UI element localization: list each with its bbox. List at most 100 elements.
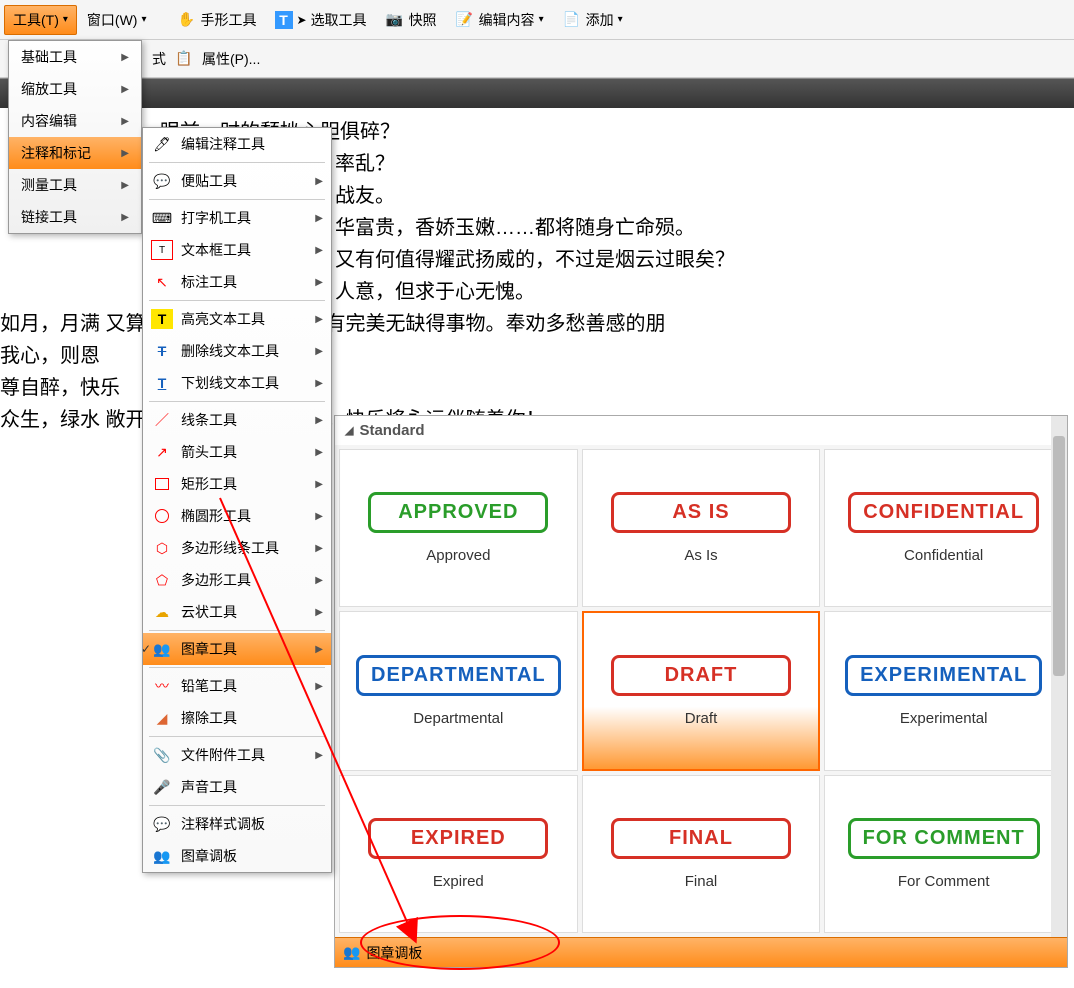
sub-callout[interactable]: ↖标注工具▶ (143, 266, 331, 298)
menu-label: 链接工具 (21, 207, 77, 227)
menu-zoom-tools[interactable]: 缩放工具▶ (9, 73, 141, 105)
arrow-icon: ▶ (121, 116, 129, 127)
arrow-icon: ▶ (315, 314, 323, 325)
ellipse-icon (151, 506, 173, 526)
stamp-item-final[interactable]: FINALFinal (582, 775, 821, 933)
sub-label: 高亮文本工具 (181, 309, 265, 329)
menu-label: 测量工具 (21, 175, 77, 195)
select-tool-button[interactable]: T ➤ 选取工具 (267, 6, 375, 34)
stamp-item-approved[interactable]: APPROVEDApproved (339, 449, 578, 607)
menu-annotation[interactable]: 注释和标记▶ (9, 137, 141, 169)
stamp-label: Confidential (904, 547, 983, 564)
snapshot-button[interactable]: 📷 快照 (377, 6, 445, 34)
arrow-icon: ▶ (121, 212, 129, 223)
polyline-icon: ⬡ (151, 538, 173, 558)
scrollbar-thumb[interactable] (1053, 436, 1065, 676)
dropdown-arrow-icon: ▾ (63, 14, 68, 25)
stamp-palette-icon: 👥 (151, 846, 173, 866)
menu-content-edit[interactable]: 内容编辑▶ (9, 105, 141, 137)
arrow-icon: ▶ (315, 176, 323, 187)
stamp-item-experimental[interactable]: EXPERIMENTAL Experimental (824, 611, 1063, 771)
stamp-item-draft[interactable]: DRAFTDraft (582, 611, 821, 771)
sub-label: 下划线文本工具 (181, 373, 279, 393)
stamp-image: FOR COMMENT (848, 818, 1040, 859)
sub-sound[interactable]: 🎤 声音工具 (143, 771, 331, 803)
arrow-icon: ▶ (315, 750, 323, 761)
sub-ellipse[interactable]: 椭圆形工具▶ (143, 500, 331, 532)
strikeout-icon: T (151, 341, 173, 361)
hand-tool-button[interactable]: ✋ 手形工具 (169, 6, 265, 34)
sub-rectangle[interactable]: 矩形工具▶ (143, 468, 331, 500)
stamp-item-for-comment[interactable]: FOR COMMENTFor Comment (824, 775, 1063, 933)
sub-underline[interactable]: T下划线文本工具▶ (143, 367, 331, 399)
sub-pencil[interactable]: 〰铅笔工具▶ (143, 670, 331, 702)
divider (149, 630, 325, 631)
sub-label: 线条工具 (181, 410, 237, 430)
menu-measure-tools[interactable]: 测量工具▶ (9, 169, 141, 201)
stamp-item-confidential[interactable]: CONFIDENTIALConfidential (824, 449, 1063, 607)
sub-label: 编辑注释工具 (181, 134, 265, 154)
divider (149, 805, 325, 806)
stamp-item-departmental[interactable]: DEPARTMENTALDepartmental (339, 611, 578, 771)
properties-icon: 📋 (174, 49, 194, 69)
sub-polygon[interactable]: ⬠多边形工具▶ (143, 564, 331, 596)
arrow-icon: ▶ (315, 575, 323, 586)
sub-textbox[interactable]: T文本框工具▶ (143, 234, 331, 266)
stamp-image: AS IS (611, 492, 791, 533)
stamp-footer-icon: 👥 (343, 944, 360, 961)
add-button[interactable]: 📄 添加 ▾ (554, 6, 631, 34)
sub-label: 图章工具 (181, 639, 237, 659)
stamp-label: Final (685, 873, 718, 890)
polygon-icon: ⬠ (151, 570, 173, 590)
stamp-label: Experimental (900, 710, 988, 727)
sub-strikeout[interactable]: T删除线文本工具▶ (143, 335, 331, 367)
divider (149, 736, 325, 737)
stamp-label: Approved (426, 547, 490, 564)
properties-button[interactable]: 属性(P)... (202, 49, 260, 69)
edit-label: 编辑内容 (479, 10, 535, 30)
stamp-header-label: Standard (359, 422, 424, 439)
underline-icon: T (151, 373, 173, 393)
sub-edit-annotation[interactable]: 🖊编辑注释工具 (143, 128, 331, 160)
sub-arrow[interactable]: ↗箭头工具▶ (143, 436, 331, 468)
sub-sticky-note[interactable]: 💬便贴工具▶ (143, 165, 331, 197)
sub-line[interactable]: ／线条工具▶ (143, 404, 331, 436)
divider (149, 199, 325, 200)
sub-highlight[interactable]: T高亮文本工具▶ (143, 303, 331, 335)
stamp-item-expired[interactable]: EXPIREDExpired (339, 775, 578, 933)
sub-attachment[interactable]: 📎文件附件工具▶ (143, 739, 331, 771)
sub-label: 图章调板 (181, 846, 237, 866)
cursor-icon: ➤ (297, 13, 307, 27)
arrow-icon: ▶ (315, 415, 323, 426)
add-label: 添加 (586, 10, 614, 30)
stamp-scrollbar[interactable] (1051, 416, 1067, 937)
note-icon: 💬 (151, 171, 173, 191)
sub-eraser[interactable]: ◢擦除工具 (143, 702, 331, 734)
arrow-icon: ▶ (315, 346, 323, 357)
dropdown-arrow-icon: ▾ (539, 14, 544, 25)
sub-stamp[interactable]: ✓👥图章工具▶ (143, 633, 331, 665)
checkmark-icon: ✓ (141, 642, 151, 656)
menu-basic-tools[interactable]: 基础工具▶ (9, 41, 141, 73)
tools-menu-button[interactable]: 工具(T) ▾ (4, 5, 77, 35)
sub-annotation-style[interactable]: 💬注释样式调板 (143, 808, 331, 840)
stamp-image: EXPERIMENTAL (845, 655, 1042, 696)
secondary-toolbar: 式 📋 属性(P)... (0, 40, 1074, 78)
sub-label: 声音工具 (181, 777, 237, 797)
sub-cloud[interactable]: ☁云状工具▶ (143, 596, 331, 628)
dropdown-arrow-icon: ▾ (618, 14, 623, 25)
window-menu-button[interactable]: 窗口(W) ▾ (79, 6, 155, 34)
arrow-icon: ▶ (315, 607, 323, 618)
sound-icon: 🎤 (151, 777, 173, 797)
sub-stamp-palette[interactable]: 👥 图章调板 (143, 840, 331, 872)
arrow-icon: ▶ (315, 245, 323, 256)
edit-content-button[interactable]: 📝 编辑内容 ▾ (447, 6, 552, 34)
sub-typewriter[interactable]: ⌨打字机工具▶ (143, 202, 331, 234)
stamp-item-as-is[interactable]: AS ISAs Is (582, 449, 821, 607)
sub-label: 擦除工具 (181, 708, 237, 728)
sub-polyline[interactable]: ⬡多边形线条工具▶ (143, 532, 331, 564)
stamp-footer[interactable]: 👥 图章调板 (335, 937, 1067, 967)
sub-label: 打字机工具 (181, 208, 251, 228)
stamp-panel-header[interactable]: ◢ Standard (335, 416, 1067, 445)
menu-link-tools[interactable]: 链接工具 ▶ (9, 201, 141, 233)
